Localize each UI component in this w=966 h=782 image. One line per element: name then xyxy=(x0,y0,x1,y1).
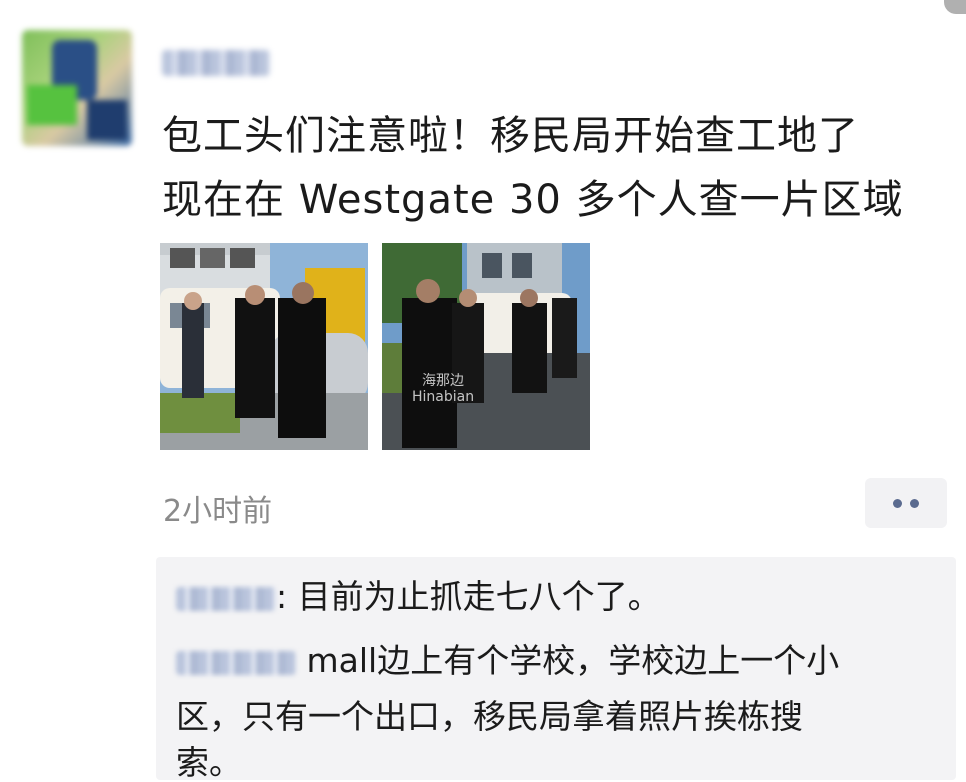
comment-author-blurred[interactable] xyxy=(176,586,276,611)
post-text-line2: 现在在 Westgate 30 多个人查一片区域 xyxy=(162,177,904,223)
post-text: 包工头们注意啦！移民局开始查工地了 现在在 Westgate 30 多个人查一片… xyxy=(162,104,952,232)
comment-item[interactable]: : 目前为止抓走七八个了。 xyxy=(176,569,661,625)
more-options-icon xyxy=(893,498,902,508)
post-timestamp: 2小时前 xyxy=(163,494,273,529)
post-photo-1[interactable] xyxy=(160,243,368,450)
author-name-blurred[interactable] xyxy=(162,50,270,76)
comments-section: : 目前为止抓走七八个了。 mall边上有个学校，学校边上一个小 区，只有一个出… xyxy=(156,557,956,782)
post-photo-2[interactable]: 海那边 Hinabian xyxy=(382,243,590,450)
post-text-line1: 包工头们注意啦！移民局开始查工地了 xyxy=(162,113,859,159)
comment-text-line3: 索。 xyxy=(176,743,242,782)
comment-author-blurred[interactable] xyxy=(176,650,296,675)
photo-watermark: 海那边 Hinabian xyxy=(412,373,475,405)
more-options-button[interactable] xyxy=(865,478,947,528)
comment-text: 目前为止抓走七八个了。 xyxy=(297,577,661,616)
avatar[interactable] xyxy=(22,30,132,146)
comment-item[interactable]: mall边上有个学校，学校边上一个小 xyxy=(176,633,946,689)
comment-text-line1: mall边上有个学校，学校边上一个小 xyxy=(306,641,840,680)
corner-indicator-icon xyxy=(944,0,966,14)
comment-text-line2: 区，只有一个出口，移民局拿着照片挨栋搜 xyxy=(176,697,803,736)
